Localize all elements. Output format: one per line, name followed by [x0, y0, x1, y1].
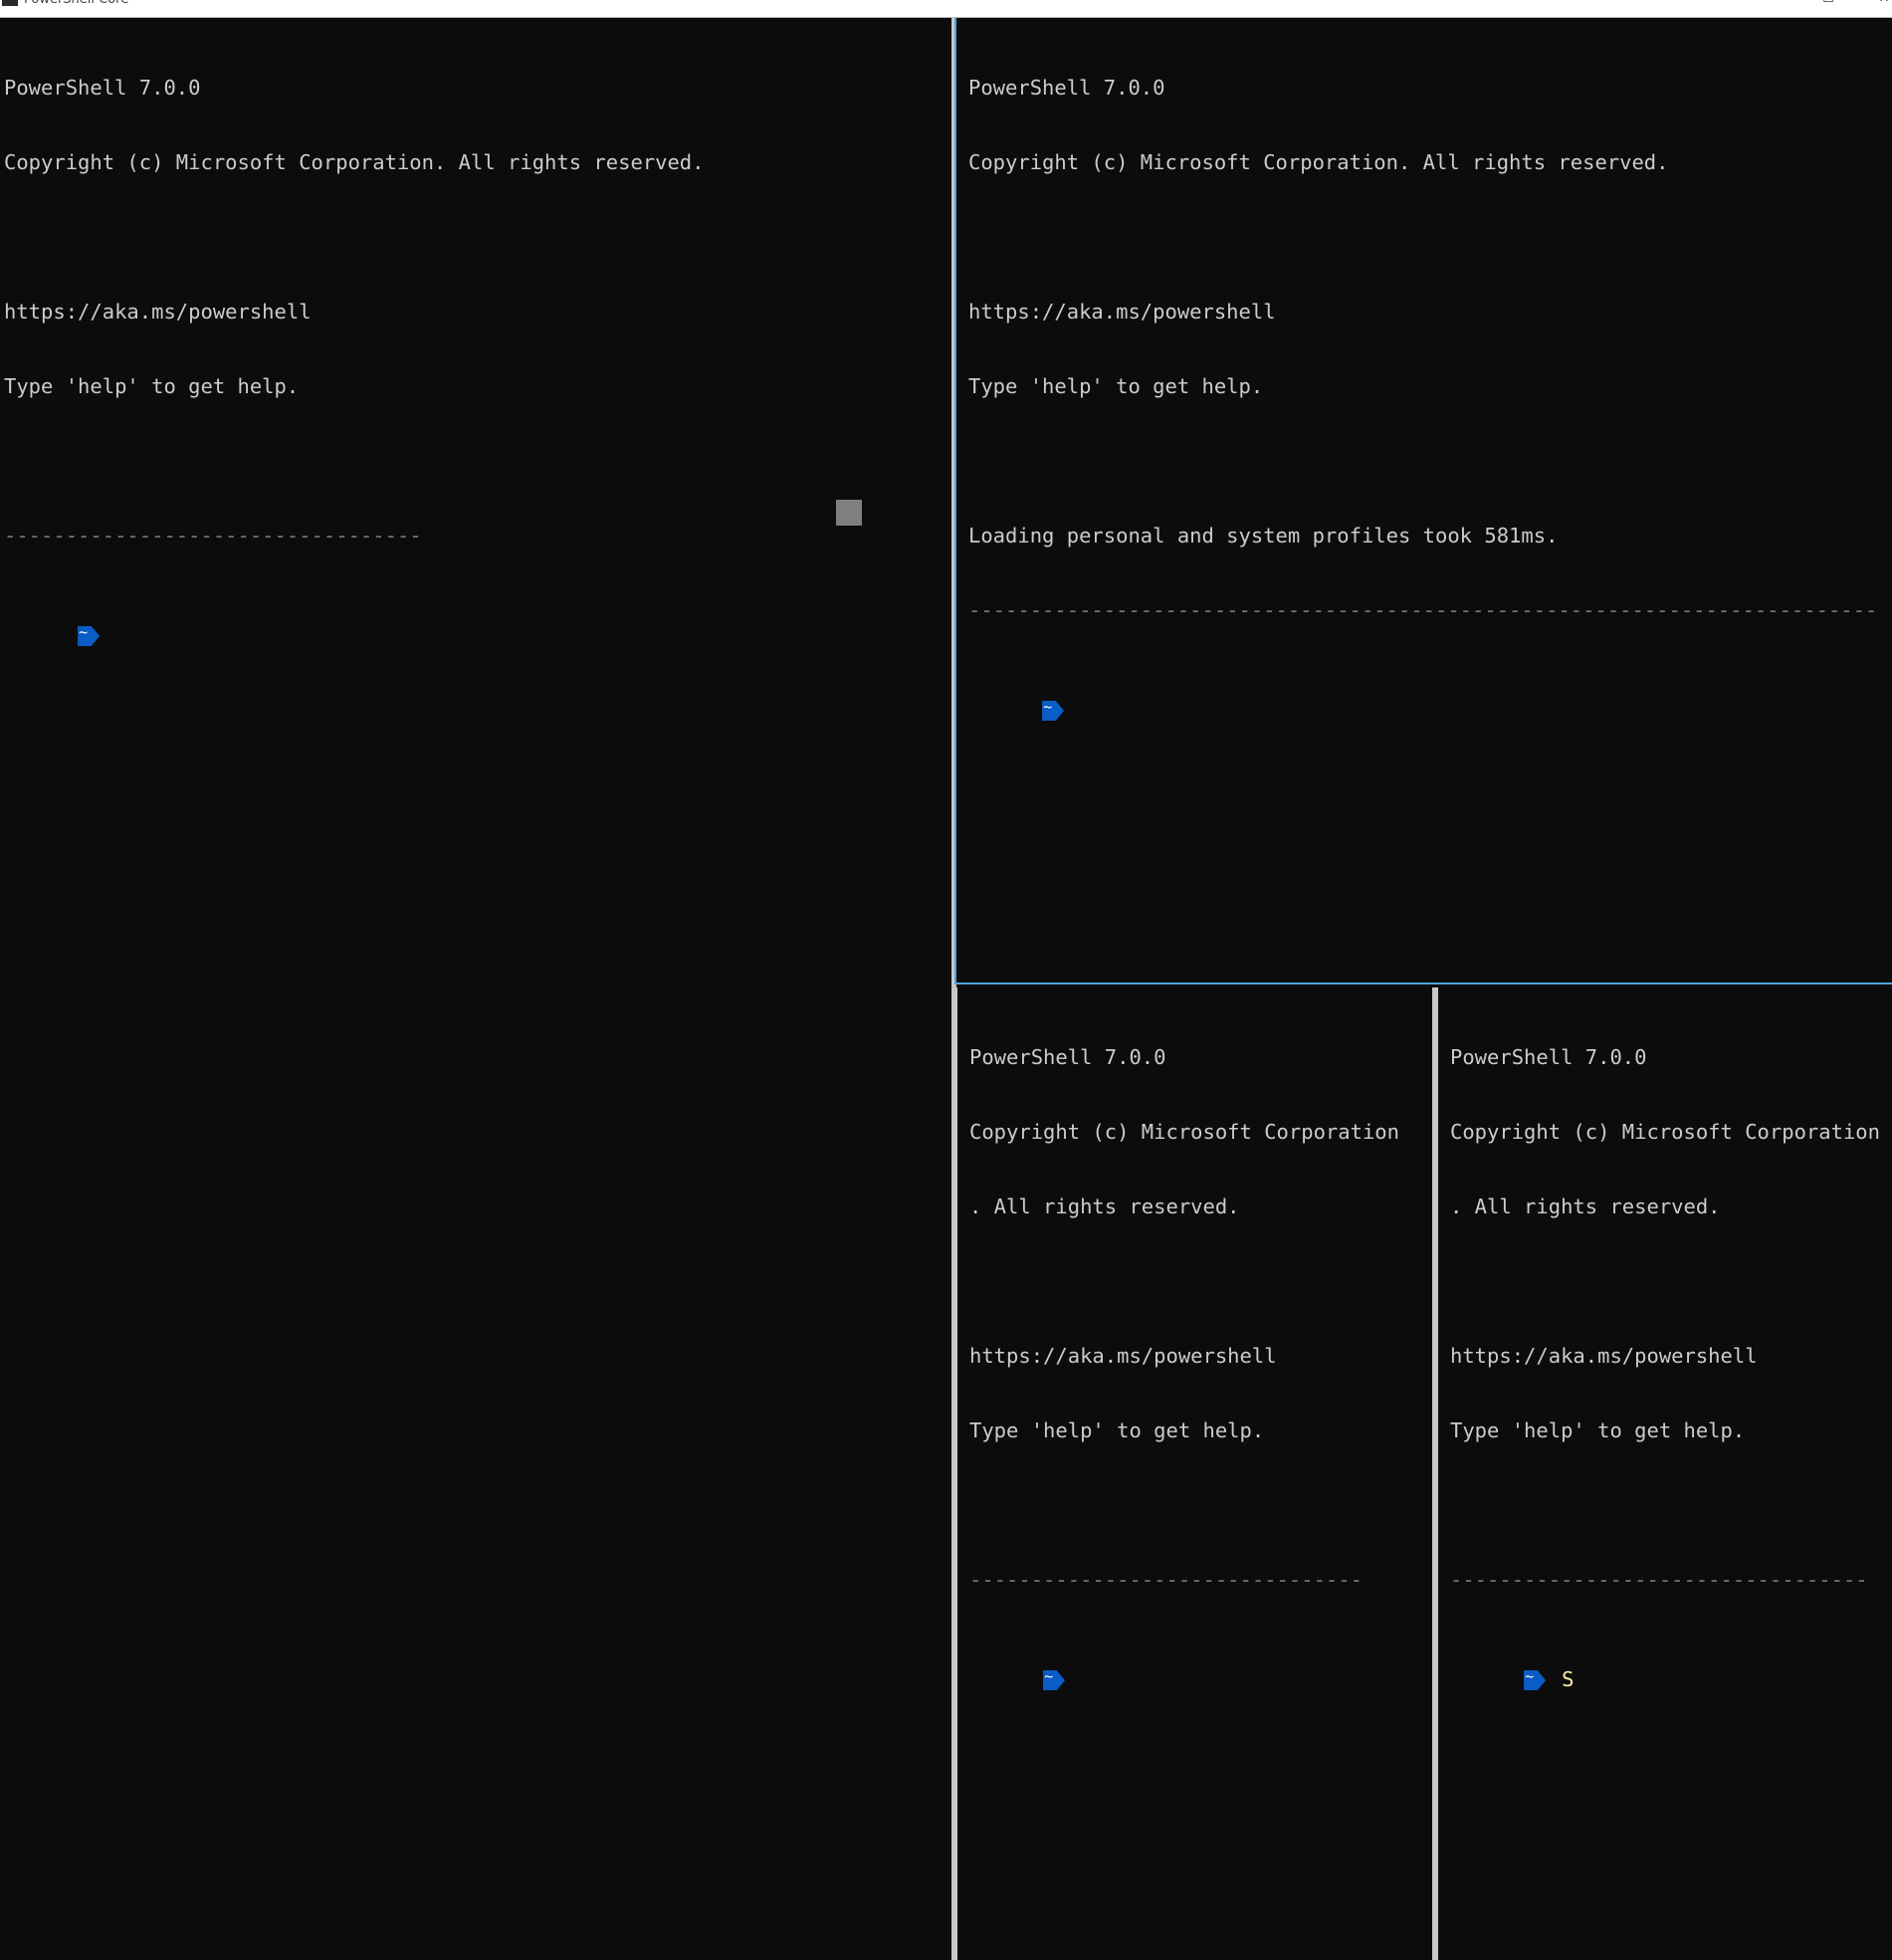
maximize-button[interactable]: ☐	[1808, 0, 1848, 7]
command-input[interactable]: S	[1562, 1667, 1574, 1691]
terminal-divider: ----------------------------------	[4, 524, 422, 547]
active-pane-border-bottom	[954, 982, 1892, 984]
prompt-path: ~	[1043, 698, 1053, 716]
terminal-line: Type 'help' to get help.	[969, 1418, 1265, 1442]
prompt-line[interactable]: ~	[969, 1642, 1399, 1690]
terminal-line: PowerShell 7.0.0	[4, 76, 201, 100]
terminal-divider: ----------------------------------------…	[968, 598, 1878, 622]
terminal-line: . All rights reserved.	[969, 1195, 1240, 1218]
terminal-line: PowerShell 7.0.0	[968, 76, 1165, 100]
terminal-pane-top-right[interactable]: PowerShell 7.0.0 Copyright (c) Microsoft…	[956, 18, 1892, 982]
active-pane-border-left	[954, 18, 956, 984]
terminal-output: PowerShell 7.0.0 Copyright (c) Microsoft…	[968, 26, 1877, 748]
prompt-line[interactable]: ~ S	[1450, 1642, 1880, 1691]
terminal-line: Type 'help' to get help.	[4, 374, 300, 398]
prompt-path: ~	[79, 623, 89, 641]
terminal-line: Type 'help' to get help.	[968, 374, 1264, 398]
terminal-pane-left[interactable]: PowerShell 7.0.0 Copyright (c) Microsoft…	[0, 18, 951, 1960]
terminal-line: https://aka.ms/powershell	[969, 1344, 1277, 1368]
window-title: PowerShell Core	[24, 0, 128, 8]
terminal-line: PowerShell 7.0.0	[1450, 1045, 1647, 1069]
prompt-chevron-icon: ~	[1042, 701, 1065, 721]
prompt-line[interactable]: ~	[968, 673, 1877, 721]
close-button[interactable]: ✕	[1864, 0, 1892, 7]
terminal-app-icon	[2, 0, 18, 6]
terminal-line: Copyright (c) Microsoft Corporation	[1450, 1120, 1880, 1144]
terminal-output: PowerShell 7.0.0 Copyright (c) Microsoft…	[4, 26, 705, 673]
terminal-line: Type 'help' to get help.	[1450, 1418, 1746, 1442]
title-bar: PowerShell Core ☐ ✕	[0, 0, 1892, 18]
pane-border-bottom-left	[954, 987, 957, 1960]
terminal-line: Loading personal and system profiles too…	[968, 524, 1559, 547]
prompt-chevron-icon: ~	[1524, 1670, 1547, 1690]
vertical-splitter-bottom[interactable]	[1432, 987, 1438, 1960]
terminal-line: Copyright (c) Microsoft Corporation. All…	[968, 150, 1669, 174]
terminal-line: https://aka.ms/powershell	[1450, 1344, 1758, 1368]
terminal-line: https://aka.ms/powershell	[4, 300, 312, 324]
prompt-path: ~	[1525, 1667, 1535, 1685]
terminal-line: PowerShell 7.0.0	[969, 1045, 1166, 1069]
terminal-line: Copyright (c) Microsoft Corporation. All…	[4, 150, 705, 174]
terminal-divider: ----------------------------------	[1450, 1568, 1868, 1592]
prompt-chevron-icon: ~	[78, 626, 101, 646]
terminal-pane-bottom-right[interactable]: PowerShell 7.0.0 Copyright (c) Microsoft…	[1438, 987, 1892, 1960]
prompt-path: ~	[1044, 1667, 1054, 1685]
terminal-line: . All rights reserved.	[1450, 1195, 1721, 1218]
terminal-line: Copyright (c) Microsoft Corporation	[969, 1120, 1399, 1144]
terminal-pane-bottom-left[interactable]: PowerShell 7.0.0 Copyright (c) Microsoft…	[957, 987, 1432, 1960]
terminal-line: https://aka.ms/powershell	[968, 300, 1276, 324]
terminal-output: PowerShell 7.0.0 Copyright (c) Microsoft…	[1450, 995, 1880, 1717]
prompt-line[interactable]: ~	[4, 598, 705, 646]
terminal-output: PowerShell 7.0.0 Copyright (c) Microsoft…	[969, 995, 1399, 1717]
prompt-chevron-icon: ~	[1043, 1670, 1066, 1690]
terminal-divider: --------------------------------	[969, 1568, 1363, 1592]
cursor-block	[836, 500, 862, 526]
